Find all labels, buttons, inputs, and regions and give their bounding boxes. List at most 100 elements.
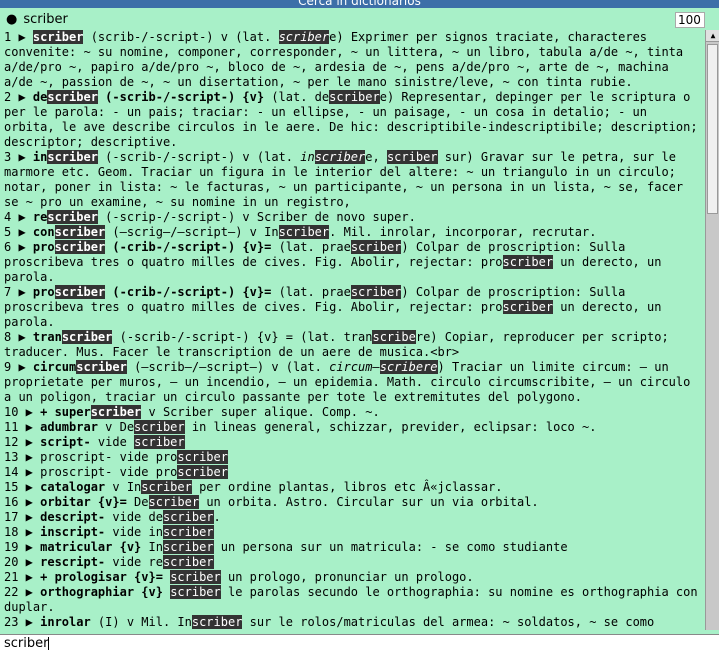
entry-text: (-crib-/-script-) {v}= [105,285,272,299]
highlighted-match: scriber [134,420,185,434]
highlighted-match: scriber [329,90,380,104]
entry-text: 15 ▶ [4,480,41,494]
entry-text: (I) v Mil. In [90,615,192,629]
entry-text: 18 ▶ [4,525,41,539]
result-entry[interactable]: 7 ▶ proscriber (-crib-/-script-) {v}= (l… [4,285,704,330]
entry-text: adumbrar [40,420,98,434]
entry-text: (scrib-/-script-) v (lat. [83,30,279,44]
result-entry[interactable]: 22 ▶ orthographiar {v} scriber le parola… [4,585,704,615]
entry-text: . Mil. inrolar, incorporar, recrutar. [329,225,597,239]
highlighted-match: scribere [379,360,438,374]
result-entry[interactable]: 19 ▶ matricular {v} Inscriber un persona… [4,540,704,555]
entry-text: (—scrib—/—script—) v (lat. [126,360,330,374]
entry-text: in lineas general, schizzar, previder, e… [184,420,597,434]
bullet-icon: ● [6,12,18,27]
result-entry[interactable]: 1 ▶ scriber (scrib-/-script-) v (lat. sc… [4,30,704,90]
highlighted-match: scriber [177,450,228,464]
entry-text: inrolar [40,615,91,629]
result-entry[interactable]: 5 ▶ conscriber (—scrig—/—script—) v Insc… [4,225,704,240]
result-entry[interactable]: 12 ▶ script- vide scriber [4,435,704,450]
result-entry[interactable]: 15 ▶ catalogar v Inscriber per ordine pl… [4,480,704,495]
highlighted-match: scriber [141,480,192,494]
entry-text: 8 ▶ [4,330,33,344]
entry-text: In [141,540,163,554]
highlighted-match: scriber [162,510,214,524]
result-count-field[interactable]: 100 [675,12,705,28]
result-entry[interactable]: 16 ▶ orbitar {v}= Describer un orbita. A… [4,495,704,510]
result-entry[interactable]: 9 ▶ circumscriber (—scrib—/—script—) v (… [4,360,704,405]
highlighted-match: scriber [191,615,243,629]
result-entry[interactable]: 20 ▶ rescript- vide rescriber [4,555,704,570]
highlighted-match: scriber [170,570,221,584]
result-entry[interactable]: 17 ▶ descript- vide describer. [4,510,704,525]
result-entry[interactable]: 10 ▶ + superscriber v Scriber super aliq… [4,405,704,420]
highlighted-match: scriber [90,405,142,419]
entry-text: 22 ▶ [4,585,41,599]
highlighted-match: scriber [32,30,84,44]
search-input[interactable]: scriber [0,634,719,652]
highlighted-match: scriber [350,285,402,299]
entry-text: . [213,510,221,524]
result-entry[interactable]: 21 ▶ + prologisar {v}= scriber un prolog… [4,570,704,585]
entry-text: v Scriber super alique. Comp. ~. [141,405,380,419]
result-entry[interactable]: 11 ▶ adumbrar v Describer in lineas gene… [4,420,704,435]
result-entry[interactable]: 23 ▶ inrolar (I) v Mil. Inscriber sur le… [4,615,704,630]
entry-text: + super [40,405,91,419]
entry-text: circum [32,360,77,374]
entry-text: 19 ▶ [4,540,41,554]
results-list: 1 ▶ scriber (scrib-/-script-) v (lat. sc… [4,30,704,630]
entry-text: con [32,225,55,239]
entry-text: 9 ▶ [4,360,33,374]
entry-text: (lat. de [264,90,330,104]
entry-text: pro [32,285,55,299]
entry-text: 11 ▶ [4,420,41,434]
entry-text: 3 ▶ [4,150,33,164]
result-entry[interactable]: 13 ▶ proscript- vide proscriber [4,450,704,465]
result-entry[interactable]: 8 ▶ transcriber (-scrib-/-script-) {v} =… [4,330,704,360]
highlighted-match: scriber [148,495,200,509]
entry-text: pro [32,240,55,254]
scroll-thumb[interactable] [707,44,718,214]
result-entry[interactable]: 3 ▶ inscriber (-scrib-/-script-) v (lat.… [4,150,704,210]
entry-text: 21 ▶ [4,570,41,584]
entry-text: orthographiar {v} [40,585,163,599]
entry-text: + prologisar {v}= [40,570,163,584]
entry-text: un prologo, pronunciar un prologo. [220,570,474,584]
highlighted-match: scriber [502,255,554,269]
highlighted-match: scriber [278,30,330,44]
search-term-label: scriber [23,12,68,27]
entry-text: 10 ▶ [4,405,41,419]
result-entry[interactable]: 2 ▶ describer (-scrib-/-script-) {v} (la… [4,90,704,150]
highlighted-match: scriber [47,90,98,104]
highlighted-match: scriber [47,210,98,224]
result-entry[interactable]: 6 ▶ proscriber (-crib-/-script-) {v}= (l… [4,240,704,285]
highlighted-match: scriber [61,330,113,344]
highlighted-match: scriber [177,465,228,479]
entry-text: vide re [105,555,163,569]
entry-text: matricular {v} [40,540,142,554]
entry-text: 20 ▶ [4,555,41,569]
entry-text: 16 ▶ [4,495,41,509]
entry-text: 6 ▶ [4,240,33,254]
entry-text: 23 ▶ [4,615,41,629]
entry-text: 13 ▶ proscript- vide pro [4,450,178,464]
text-caret [48,637,50,650]
highlighted-match: scriber [162,540,214,554]
entry-text: catalogar [40,480,106,494]
result-entry[interactable]: 14 ▶ proscript- vide proscriber [4,465,704,480]
highlighted-match: scriber [170,585,221,599]
scroll-up-arrow-icon[interactable]: ▲ [706,30,719,42]
entry-text: in [300,150,315,164]
result-entry[interactable]: 4 ▶ rescriber (-scrip-/-script-) v Scrib… [4,210,704,225]
highlighted-match: scriber [54,285,106,299]
entry-text: 7 ▶ [4,285,33,299]
search-term-heading: ● scriber [6,12,68,27]
entry-text: per ordine plantas, libros etc Â«jclassa… [191,480,503,494]
entry-text: e, [365,150,387,164]
result-entry[interactable]: 18 ▶ inscript- vide inscriber [4,525,704,540]
entry-text: de [32,90,48,104]
entry-text: in [32,150,48,164]
entry-text: (—scrig—/—script—) v In [105,225,279,239]
entry-text: tran [32,330,62,344]
vertical-scrollbar[interactable]: ▲ [705,30,719,630]
